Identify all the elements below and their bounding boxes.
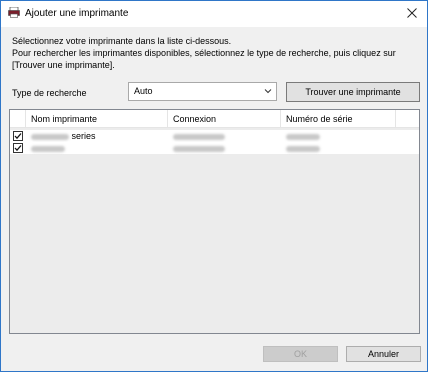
printer-icon	[8, 6, 20, 18]
redacted-serial-number	[286, 145, 320, 152]
printer-name-suffix: series	[71, 131, 96, 141]
list-header: Nom imprimante Connexion Numéro de série	[10, 110, 419, 128]
window-title: Ajouter une imprimante	[25, 8, 129, 19]
add-printer-dialog: Ajouter une imprimante Sélectionnez votr…	[0, 0, 428, 372]
close-button[interactable]	[397, 1, 427, 25]
checkmark-icon	[14, 133, 22, 140]
instruction-line-1: Sélectionnez votre imprimante dans la li…	[12, 36, 232, 46]
find-printer-button[interactable]: Trouver une imprimante	[286, 82, 420, 102]
serial-number-cell	[286, 142, 320, 154]
title-bar: Ajouter une imprimante	[1, 1, 427, 27]
redacted-printer-name	[31, 133, 69, 140]
table-row[interactable]	[10, 142, 419, 154]
ok-button[interactable]: OK	[263, 346, 338, 362]
printer-name-cell: series	[31, 130, 96, 142]
connection-cell	[173, 142, 225, 154]
header-serial-number[interactable]: Numéro de série	[281, 110, 396, 128]
chevron-down-icon	[264, 89, 272, 94]
header-printer-name[interactable]: Nom imprimante	[26, 110, 168, 128]
close-icon	[407, 8, 417, 18]
redacted-connection	[173, 133, 225, 140]
connection-cell	[173, 130, 225, 142]
redacted-connection	[173, 145, 225, 152]
search-type-value: Auto	[134, 86, 153, 96]
search-type-select[interactable]: Auto	[128, 82, 277, 101]
table-row[interactable]: series	[10, 130, 419, 142]
row-checkbox[interactable]	[13, 143, 23, 153]
header-checkbox-column	[10, 110, 26, 128]
printer-name-cell	[31, 142, 65, 154]
instruction-line-2: Pour rechercher les imprimantes disponib…	[12, 48, 396, 58]
row-checkbox[interactable]	[13, 131, 23, 141]
redacted-serial-number	[286, 133, 320, 140]
redacted-printer-name	[31, 145, 65, 152]
serial-number-cell	[286, 130, 320, 142]
printer-list[interactable]: Nom imprimante Connexion Numéro de série…	[9, 109, 420, 334]
cancel-button[interactable]: Annuler	[346, 346, 421, 362]
search-type-label: Type de recherche	[12, 88, 87, 98]
header-connection[interactable]: Connexion	[168, 110, 281, 128]
checkmark-icon	[14, 145, 22, 152]
instruction-line-3: [Trouver une imprimante].	[12, 60, 115, 70]
